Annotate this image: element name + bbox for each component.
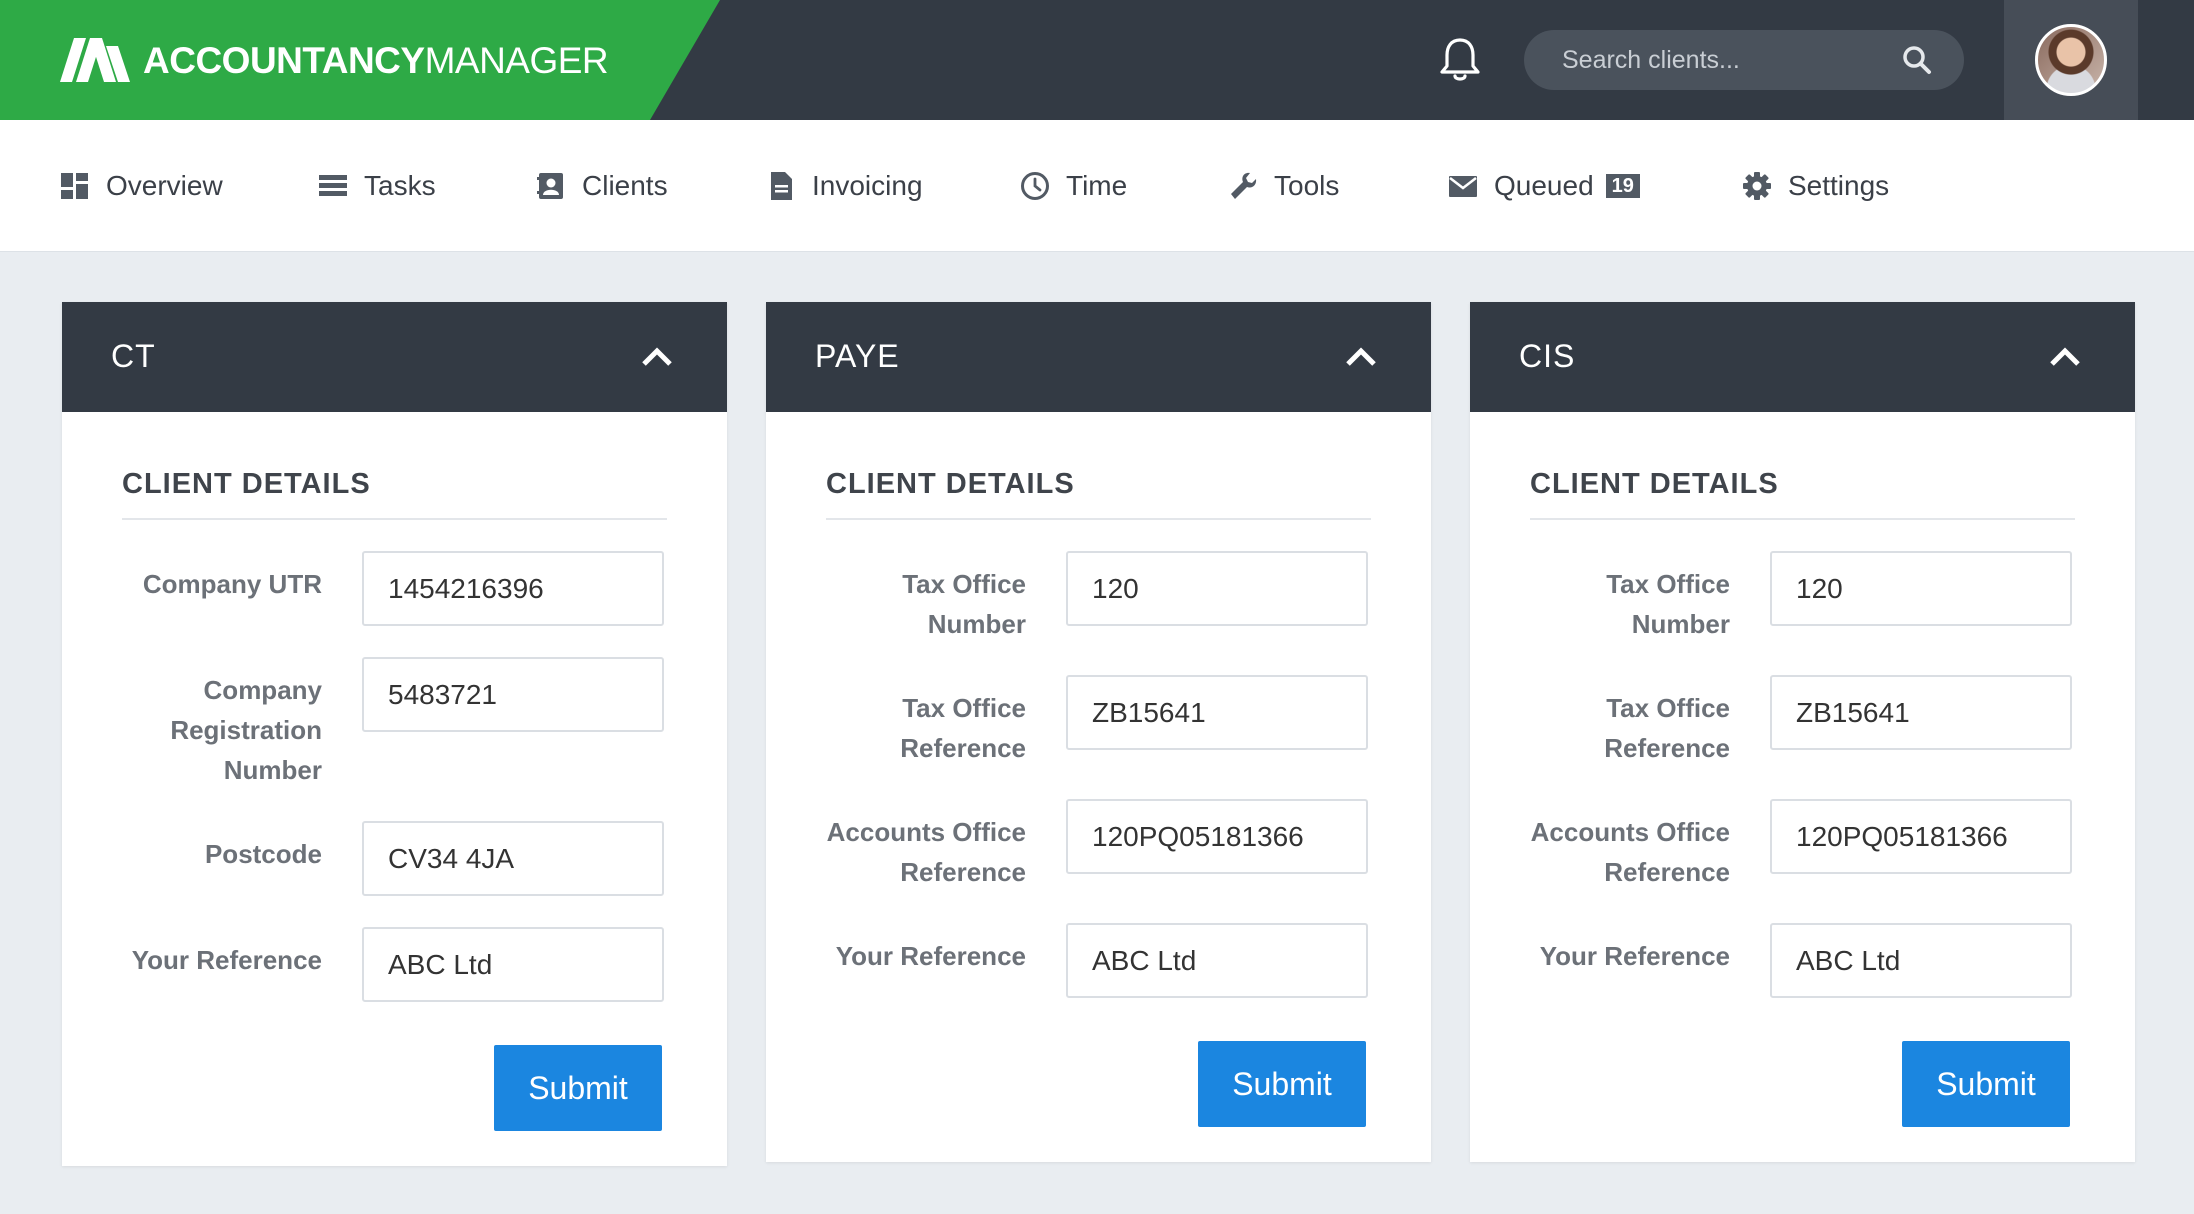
card-title: CIS — [1519, 338, 1576, 374]
field-label: Tax Office Reference — [900, 693, 1026, 763]
queued-count-badge: 19 — [1605, 174, 1640, 198]
list-icon — [319, 175, 347, 196]
nav-label-clients: Clients — [582, 170, 668, 201]
nav-item-queued[interactable]: Queued 19 — [1448, 120, 1640, 252]
nav-label-settings: Settings — [1788, 170, 1890, 201]
tax-office-number-field[interactable] — [1066, 551, 1368, 626]
nav-item-clients[interactable]: Clients — [536, 120, 668, 252]
accounts-office-reference-field[interactable] — [1066, 799, 1368, 874]
nav-item-time[interactable]: Time — [1020, 120, 1127, 252]
divider — [122, 518, 667, 520]
field-label: Your Reference — [1539, 941, 1730, 971]
field-label: Tax Office Reference — [1604, 693, 1730, 763]
ct-card: CT CLIENT DETAILS Company UTR Company Re… — [62, 302, 727, 1166]
chevron-up-icon[interactable] — [641, 344, 673, 368]
nav-label-invoicing: Invoicing — [812, 170, 923, 201]
logo-icon — [60, 38, 130, 82]
brand-area: ACCOUNTANCYMANAGER — [0, 0, 720, 120]
nav-item-settings[interactable]: Settings — [1742, 120, 1889, 252]
cis-card: CIS CLIENT DETAILS Tax Office Number Tax… — [1470, 302, 2135, 1162]
nav-item-invoicing[interactable]: Invoicing — [766, 120, 923, 252]
your-reference-field[interactable] — [1770, 923, 2072, 998]
brand-name[interactable]: ACCOUNTANCYMANAGER — [143, 40, 609, 82]
submit-button[interactable]: Submit — [1198, 1041, 1366, 1127]
your-reference-field[interactable] — [1066, 923, 1368, 998]
cis-card-header[interactable]: CIS — [1470, 302, 2135, 412]
divider — [826, 518, 1371, 520]
search-input[interactable] — [1562, 30, 1902, 90]
dashboard-icon — [61, 173, 88, 199]
card-title: CT — [111, 338, 156, 374]
top-bar: ACCOUNTANCYMANAGER — [0, 0, 2194, 120]
section-title: CLIENT DETAILS — [122, 468, 371, 500]
tax-office-reference-field[interactable] — [1066, 675, 1368, 750]
search-icon[interactable] — [1902, 45, 1932, 75]
field-label: Company Registration Number — [170, 675, 322, 785]
nav-item-overview[interactable]: Overview — [60, 120, 223, 252]
your-reference-field[interactable] — [362, 927, 664, 1002]
envelope-icon — [1449, 176, 1477, 197]
nav-label-tools: Tools — [1274, 170, 1340, 201]
nav-item-tasks[interactable]: Tasks — [318, 120, 436, 252]
section-title: CLIENT DETAILS — [1530, 468, 1779, 500]
wrench-icon — [1231, 172, 1257, 199]
ct-card-header[interactable]: CT — [62, 302, 727, 412]
tax-office-reference-field[interactable] — [1770, 675, 2072, 750]
chevron-up-icon[interactable] — [2049, 344, 2081, 368]
nav-label-queued: Queued — [1494, 170, 1594, 201]
card-title: PAYE — [815, 338, 900, 374]
main-nav: Overview Tasks Clients Invoicing Time To… — [0, 120, 2194, 252]
document-icon — [771, 172, 792, 200]
divider — [1530, 518, 2075, 520]
field-label: Tax Office Number — [1606, 569, 1730, 639]
search-box — [1524, 30, 1964, 90]
company-utr-field[interactable] — [362, 551, 664, 626]
submit-button[interactable]: Submit — [1902, 1041, 2070, 1127]
section-title: CLIENT DETAILS — [826, 468, 1075, 500]
paye-card: PAYE CLIENT DETAILS Tax Office Number Ta… — [766, 302, 1431, 1162]
accounts-office-reference-field[interactable] — [1770, 799, 2072, 874]
postcode-field[interactable] — [362, 821, 664, 896]
nav-label-overview: Overview — [106, 170, 223, 201]
avatar[interactable] — [2035, 24, 2107, 96]
field-label: Your Reference — [131, 945, 322, 975]
chevron-up-icon[interactable] — [1345, 344, 1377, 368]
contact-card-icon — [537, 173, 563, 199]
brand-name-light: MANAGER — [424, 40, 609, 81]
tax-office-number-field[interactable] — [1770, 551, 2072, 626]
gear-icon — [1743, 172, 1771, 200]
nav-item-tools[interactable]: Tools — [1228, 120, 1339, 252]
field-label: Accounts Office Reference — [1530, 817, 1730, 887]
clock-icon — [1021, 172, 1049, 200]
nav-label-time: Time — [1066, 170, 1128, 201]
field-label: Tax Office Number — [902, 569, 1026, 639]
paye-card-header[interactable]: PAYE — [766, 302, 1431, 412]
field-label: Accounts Office Reference — [826, 817, 1026, 887]
submit-button[interactable]: Submit — [494, 1045, 662, 1131]
notifications-bell-icon[interactable] — [1438, 36, 1482, 84]
field-label: Your Reference — [835, 941, 1026, 971]
nav-label-tasks: Tasks — [364, 170, 436, 201]
company-registration-number-field[interactable] — [362, 657, 664, 732]
brand-name-bold: ACCOUNTANCY — [143, 40, 425, 81]
field-label: Postcode — [204, 839, 322, 869]
user-menu[interactable] — [2004, 0, 2138, 120]
field-label: Company UTR — [142, 569, 322, 599]
